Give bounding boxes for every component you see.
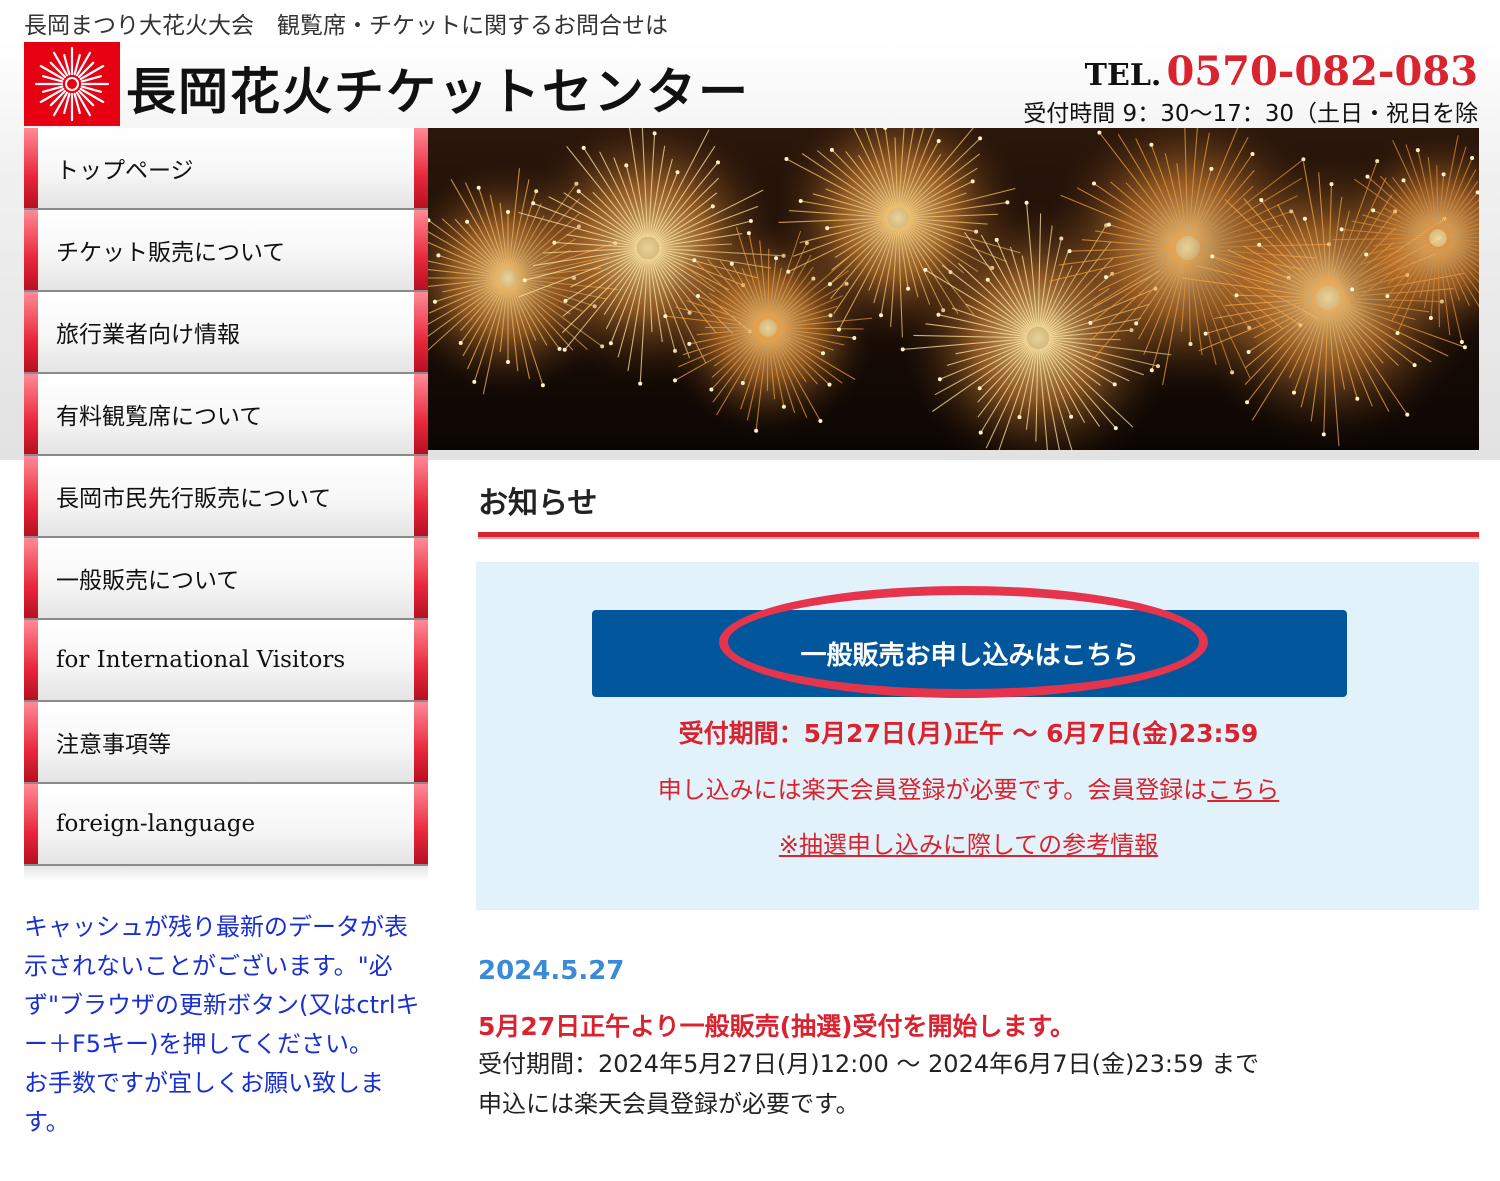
section-title: お知らせ [478,486,598,521]
sidebar-item-label: 注意事項等 [56,732,171,758]
news-body-line: 受付期間：2024年5月27日(月)12:00 〜 2024年6月7日(金)23… [478,1050,1260,1078]
tel-label: TEL. [1084,58,1162,93]
sidebar-item-citizen-presale[interactable]: 長岡市民先行販売について [24,456,428,538]
news-date: 2024.5.27 [478,956,625,986]
sidebar-item-label: 有料観覧席について [56,404,263,430]
sidebar-fade [24,866,428,880]
news-body-line: 申込には楽天会員登録が必要です。 [478,1090,860,1118]
sidebar-item-label: 旅行業者向け情報 [56,322,240,348]
section-title-underline [478,532,1479,539]
application-period: 受付期間：5月27日(月)正午 〜 6月7日(金)23:59 [678,719,1259,748]
firework-logo-icon[interactable] [24,42,120,126]
sidebar-item-label: foreign-language [56,811,256,837]
cache-notice: キャッシュが残り最新のデータが表示されないことがございます。"必ず"ブラウザの更… [24,913,420,1136]
membership-notice: 申し込みには楽天会員登録が必要です。会員登録はこちら [476,770,1461,805]
firework-burst-icon [34,46,110,122]
lottery-reference-link[interactable]: ※抽選申し込みに際しての参考情報 [476,825,1461,860]
sidebar-item-top-page[interactable]: トップページ [24,128,428,210]
sidebar-item-travel-agents[interactable]: 旅行業者向け情報 [24,292,428,374]
fireworks-illustration [428,128,1479,450]
sidebar-item-international-visitors[interactable]: for International Visitors [24,620,428,702]
news-headline: 5月27日正午より一般販売(抽選)受付を開始します。 [478,1012,1076,1041]
hero-fireworks-image [428,128,1479,450]
sidebar-item-label: 長岡市民先行販売について [56,486,332,512]
tel-contact: TEL. 0570-082-083 [1085,48,1478,95]
business-hours: 受付時間 9：30〜17：30（土日・祝日を除 [1023,101,1478,127]
membership-text: 申し込みには楽天会員登録が必要です。会員登録は [657,776,1208,804]
site-title[interactable]: 長岡花火チケットセンター [126,52,750,124]
sidebar-item-label: チケット販売について [56,240,286,266]
sidebar-item-foreign-language[interactable]: foreign-language [24,784,428,866]
sidebar-item-paid-seats[interactable]: 有料観覧席について [24,374,428,456]
news-body: 受付期間：2024年5月27日(月)12:00 〜 2024年6月7日(金)23… [478,1044,1259,1124]
general-sale-apply-button[interactable]: 一般販売お申し込みはこちら [592,610,1347,697]
sidebar-item-label: トップページ [56,158,194,184]
top-notice: 長岡まつり大花火大会 観覧席・チケットに関するお問合せは [24,13,668,39]
tel-number[interactable]: 0570-082-083 [1166,48,1478,95]
sidebar-item-general-sale[interactable]: 一般販売について [24,538,428,620]
notice-box: 一般販売お申し込みはこちら 受付期間：5月27日(月)正午 〜 6月7日(金)2… [476,562,1479,910]
sidebar-item-notes[interactable]: 注意事項等 [24,702,428,784]
sidebar-item-ticket-sales[interactable]: チケット販売について [24,210,428,292]
membership-register-link[interactable]: こちら [1207,776,1279,804]
sidebar-nav: トップページ チケット販売について 旅行業者向け情報 有料観覧席について 長岡市… [24,128,428,880]
sidebar-item-label: 一般販売について [56,568,240,594]
sidebar-item-label: for International Visitors [56,647,346,673]
